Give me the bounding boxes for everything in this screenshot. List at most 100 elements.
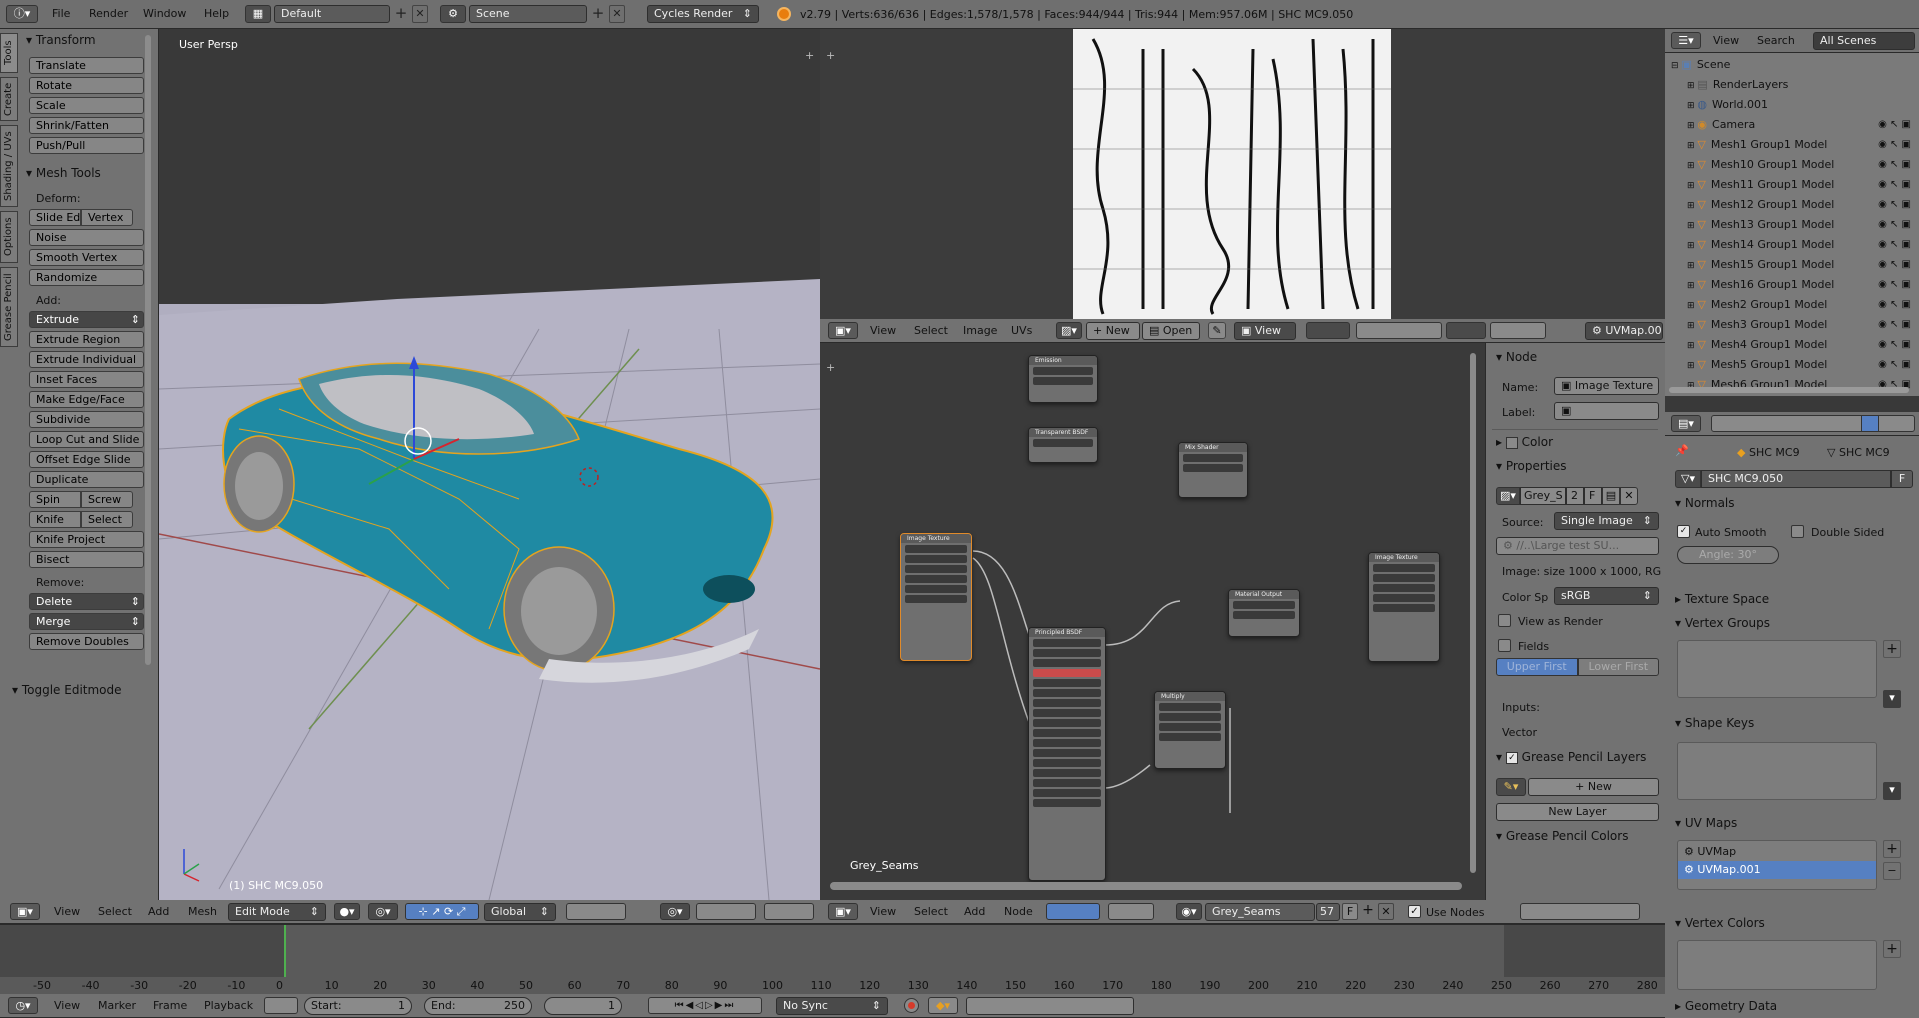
expand-icon[interactable]: ⊞ [1687, 221, 1697, 231]
scene-field[interactable]: Scene [469, 5, 587, 23]
mesh-fake-user-button[interactable]: F [1891, 470, 1913, 488]
playback-controls[interactable]: ⏮◀◁▷▶⏭ [648, 997, 762, 1014]
outliner-item[interactable]: ⊞ ▽ Mesh16 Group1 Model ◉ ↖ ▣ [1669, 275, 1915, 295]
vcol-add-icon[interactable]: + [1883, 940, 1901, 958]
outliner[interactable]: ⊟ ▣ Scene ⊞ ▤ RenderLayers ⊞ ◍ World.001 ⊞ ◉ Ca… [1665, 53, 1919, 396]
image-browse-icon[interactable]: ▨▾ [1056, 322, 1082, 339]
vertex-groups-list[interactable] [1677, 640, 1877, 698]
toolshelf-scrollbar[interactable] [145, 35, 151, 665]
image-texture-node-2[interactable]: Image Texture [1368, 552, 1440, 662]
gp-pencil-icon[interactable]: ✎▾ [1496, 778, 1526, 796]
angle-field[interactable]: Angle: 30° [1677, 546, 1779, 564]
tab-options[interactable]: Options [0, 211, 18, 263]
outliner-item[interactable]: ⊞ ▽ Mesh15 Group1 Model ◉ ↖ ▣ [1669, 255, 1915, 275]
filepath-field[interactable]: ⚙ //..\Large test SU... [1496, 537, 1659, 555]
node-menu-add[interactable]: Add [958, 903, 991, 921]
editor-type-outliner-icon[interactable]: ☰▾ [1671, 32, 1701, 49]
double-sided-checkbox[interactable] [1791, 525, 1804, 538]
menu-render[interactable]: Render [83, 5, 134, 23]
node-menu-node[interactable]: Node [998, 903, 1039, 921]
node-editor-vscrollbar[interactable] [1470, 353, 1476, 873]
expand-icon[interactable]: ⊞ [1687, 361, 1697, 371]
image-users-count[interactable]: 2 [1566, 487, 1584, 505]
subdivide-button[interactable]: Subdivide [29, 411, 144, 428]
proportional-edit-icon[interactable]: ◎▾ [660, 903, 690, 920]
material-output-node[interactable]: Material Output [1228, 589, 1300, 637]
expand-icon[interactable]: ⊞ [1687, 241, 1697, 251]
spin-button[interactable]: Spin [29, 491, 81, 508]
editor-type-image-icon[interactable]: ▣▾ [828, 322, 858, 339]
node-label-field[interactable]: ▣ [1554, 402, 1659, 420]
viewport-menu-add[interactable]: Add [142, 903, 175, 921]
outliner-item[interactable]: ⊞ ◍ World.001 [1669, 95, 1915, 115]
expand-icon[interactable]: ⊟ [1671, 61, 1681, 71]
outliner-item[interactable]: ⊞ ▤ RenderLayers [1669, 75, 1915, 95]
expand-icon[interactable]: ⊞ [1687, 141, 1697, 151]
visibility-restrict-icons[interactable]: ◉ ↖ ▣ [1878, 215, 1911, 235]
vertex-slide-button[interactable]: Vertex [81, 209, 133, 226]
visibility-restrict-icons[interactable]: ◉ ↖ ▣ [1878, 195, 1911, 215]
scale-button[interactable]: Scale [29, 97, 144, 114]
expand-icon[interactable]: ⊞ [1687, 181, 1697, 191]
timeline-menu-playback[interactable]: Playback [198, 997, 259, 1015]
start-frame-field[interactable]: Start: 1 [304, 997, 412, 1015]
fields-checkbox[interactable] [1498, 639, 1511, 652]
expand-icon[interactable]: ⊞ [1687, 261, 1697, 271]
transparent-bsdf-node[interactable]: Transparent BSDF [1028, 427, 1098, 463]
outliner-item[interactable]: ⊞ ▽ Mesh11 Group1 Model ◉ ↖ ▣ [1669, 175, 1915, 195]
node-editor-plus-icon[interactable]: + [826, 361, 835, 374]
translate-button[interactable]: Translate [29, 57, 144, 74]
make-edge-face-button[interactable]: Make Edge/Face [29, 391, 144, 408]
node-editor-hscrollbar[interactable] [830, 882, 1462, 890]
expand-icon[interactable]: ⊞ [1687, 321, 1697, 331]
node-editor[interactable]: Emission Transparent BSDF Mix Shader Ima… [820, 343, 1485, 900]
node-menu-select[interactable]: Select [908, 903, 954, 921]
timeline-menu-marker[interactable]: Marker [92, 997, 142, 1015]
record-icon[interactable] [904, 998, 919, 1013]
outliner-menu-view[interactable]: View [1707, 32, 1745, 50]
outliner-scrollbar[interactable] [1669, 387, 1909, 393]
vgroup-menu-icon[interactable]: ▾ [1883, 690, 1901, 708]
expand-icon[interactable]: ⊞ [1687, 301, 1697, 311]
editor-type-node-icon[interactable]: ▣▾ [828, 903, 858, 920]
pin-icon[interactable]: ✎ [1208, 322, 1226, 339]
merge-dropdown[interactable]: Merge ⇕ [29, 613, 144, 630]
layout-icon[interactable]: ▦ [245, 5, 271, 23]
properties-section-header[interactable]: ▾ Properties [1496, 459, 1567, 473]
scene-icon[interactable]: ⚙ [440, 5, 466, 23]
visibility-restrict-icons[interactable]: ◉ ↖ ▣ [1878, 175, 1911, 195]
image-texture-node-selected[interactable]: Image Texture [900, 533, 972, 661]
visibility-restrict-icons[interactable]: ◉ ↖ ▣ [1878, 155, 1911, 175]
extrude-region-button[interactable]: Extrude Region [29, 331, 144, 348]
normals-header[interactable]: ▾ Normals [1675, 496, 1735, 510]
gp-new-button[interactable]: + New [1528, 778, 1659, 796]
mode-dropdown[interactable]: Edit Mode ⇕ [228, 903, 326, 921]
mesh-tools-header[interactable]: ▾ Mesh Tools [26, 162, 144, 184]
rotate-button[interactable]: Rotate [29, 77, 144, 94]
orientation-dropdown[interactable]: Global ⇕ [484, 903, 556, 921]
loop-cut-button[interactable]: Loop Cut and Slide [29, 431, 144, 448]
noise-button[interactable]: Noise [29, 229, 144, 246]
uv-remove-icon[interactable]: − [1883, 862, 1901, 880]
auto-smooth-checkbox[interactable]: ✓ [1677, 525, 1690, 538]
expand-icon[interactable]: ⊞ [1687, 201, 1697, 211]
principled-bsdf-node[interactable]: Principled BSDF [1028, 627, 1106, 881]
pin-icon[interactable]: 📌 [1675, 444, 1689, 457]
upper-first-button[interactable]: Upper First [1496, 658, 1578, 676]
add-material-icon[interactable]: + [1360, 903, 1376, 920]
viewport-menu-select[interactable]: Select [92, 903, 138, 921]
shader-type-icons[interactable] [1046, 903, 1100, 920]
image-browse-icon[interactable]: ▨▾ [1496, 487, 1520, 505]
editor-type-3d-icon[interactable]: ▣▾ [10, 903, 40, 920]
image-editor[interactable]: + [820, 29, 1665, 319]
outliner-filter-dropdown[interactable]: All Scenes [1813, 32, 1915, 50]
image-pivot-icon[interactable] [1306, 322, 1350, 339]
keying-set-icon[interactable]: ◆▾ [928, 997, 958, 1014]
viewport-corner-plus-icon[interactable]: + [805, 49, 814, 62]
timeline-menu-frame[interactable]: Frame [147, 997, 193, 1015]
shape-keys-list[interactable] [1677, 742, 1877, 800]
outliner-menu-search[interactable]: Search [1751, 32, 1801, 50]
node-tools-icons[interactable] [1520, 903, 1640, 920]
view-as-render-checkbox[interactable] [1498, 614, 1511, 627]
transform-header[interactable]: ▾ Transform [26, 29, 144, 51]
